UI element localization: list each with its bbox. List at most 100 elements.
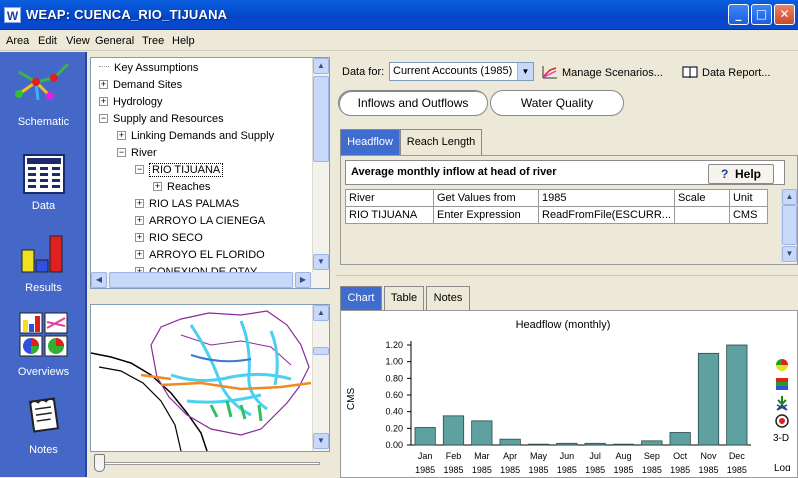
schematic-map[interactable]: ▲ ▼: [90, 304, 330, 452]
menu-general[interactable]: General: [95, 35, 134, 47]
tree-vertical-scrollbar[interactable]: ▲ ▼: [312, 58, 329, 272]
inflows-outflows-button[interactable]: Inflows and Outflows: [338, 90, 488, 116]
scroll-down-icon[interactable]: ▼: [313, 433, 329, 449]
tree-item[interactable]: + ARROYO LA CIENEGA: [135, 214, 265, 229]
tab-notes[interactable]: Notes: [426, 286, 470, 310]
expand-icon[interactable]: +: [99, 97, 108, 106]
collapse-icon[interactable]: −: [117, 148, 126, 157]
tab-reach-length[interactable]: Reach Length: [400, 129, 482, 155]
x-tick-year-label: 1985: [698, 465, 718, 475]
column-header[interactable]: 1985: [538, 189, 675, 207]
nav-data-label: Data: [31, 200, 56, 212]
tree-item[interactable]: + ARROYO EL FLORIDO: [135, 248, 265, 263]
collapse-icon[interactable]: −: [135, 165, 144, 174]
column-header[interactable]: Unit: [728, 189, 768, 207]
column-header[interactable]: Scale: [673, 189, 730, 207]
slider-thumb[interactable]: [94, 454, 105, 472]
minimize-button[interactable]: _: [728, 4, 749, 25]
tree-item[interactable]: − Supply and Resources: [99, 112, 224, 127]
data-tree[interactable]: Key Assumptions + Demand Sites + Hydrology…: [90, 57, 330, 289]
tree-item[interactable]: + RIO LAS PALMAS: [135, 197, 239, 212]
expand-icon[interactable]: +: [117, 131, 126, 140]
toggle-3d-label[interactable]: 3-D: [773, 433, 789, 444]
grid-vertical-scrollbar[interactable]: ▲ ▼: [781, 189, 797, 263]
tree-item[interactable]: + Demand Sites: [99, 78, 182, 93]
toggle-log-label[interactable]: Log: [774, 459, 791, 471]
close-button[interactable]: ✕: [774, 4, 795, 25]
x-tick-label: May: [530, 451, 548, 461]
chart-type-icon[interactable]: [774, 357, 790, 373]
nav-notes[interactable]: Notes: [0, 392, 87, 462]
nav-results[interactable]: Results: [0, 224, 87, 294]
tree-item[interactable]: + Hydrology: [99, 95, 163, 110]
scroll-thumb[interactable]: [313, 76, 329, 162]
scroll-left-icon[interactable]: ◀: [91, 272, 107, 288]
scroll-thumb[interactable]: [109, 272, 293, 288]
menu-help[interactable]: Help: [172, 35, 195, 47]
scroll-thumb[interactable]: [313, 347, 329, 355]
nav-schematic[interactable]: Schematic: [0, 52, 87, 134]
expand-icon[interactable]: +: [135, 233, 144, 242]
tree-item[interactable]: Key Assumptions: [99, 61, 198, 76]
expand-icon[interactable]: +: [135, 216, 144, 225]
menu-bar: Area Edit View General Tree Help: [0, 31, 798, 51]
expand-icon[interactable]: +: [135, 250, 144, 259]
expand-icon[interactable]: +: [153, 182, 162, 191]
scroll-right-icon[interactable]: ▶: [295, 272, 311, 288]
expand-icon[interactable]: +: [99, 80, 108, 89]
color-scheme-icon[interactable]: [775, 377, 789, 391]
collapse-icon[interactable]: −: [99, 114, 108, 123]
scenario-select[interactable]: Current Accounts (1985) ▼: [389, 62, 534, 81]
x-axis: Jan 1985 Feb 1985 Mar 1985 Apr 1985 May 1985 Jun 19…: [415, 451, 747, 475]
manage-scenarios-button[interactable]: Manage Scenarios...: [542, 65, 663, 79]
nav-data[interactable]: Data: [0, 142, 87, 214]
tree-item[interactable]: + Reaches: [153, 180, 210, 195]
notes-icon: [28, 397, 59, 433]
data-table[interactable]: River Get Values from 1985 Scale Unit RI…: [345, 189, 768, 224]
export-icon[interactable]: [774, 413, 790, 429]
tree-item-selected[interactable]: − RIO TIJUANA: [135, 163, 224, 178]
column-header[interactable]: Get Values from: [433, 189, 539, 207]
expand-icon[interactable]: +: [135, 199, 144, 208]
scroll-up-icon[interactable]: ▲: [782, 189, 797, 205]
scroll-down-icon[interactable]: ▼: [313, 254, 329, 270]
title-bar[interactable]: W WEAP: CUENCA_RIO_TIJUANA _ □ ✕: [0, 0, 798, 30]
table-cell[interactable]: CMS: [728, 206, 768, 224]
stack-icon[interactable]: [774, 395, 790, 411]
tree-item[interactable]: − River: [117, 146, 157, 161]
table-row[interactable]: RIO TIJUANA Enter Expression ReadFromFil…: [345, 206, 768, 224]
x-tick-year-label: 1985: [670, 465, 690, 475]
map-vertical-scrollbar[interactable]: ▲ ▼: [312, 305, 329, 451]
tree-horizontal-scrollbar[interactable]: ◀ ▶: [91, 272, 329, 288]
chevron-down-icon[interactable]: ▼: [517, 63, 533, 80]
water-quality-button[interactable]: Water Quality: [490, 90, 624, 116]
x-tick-year-label: 1985: [415, 465, 435, 475]
x-tick-label: Oct: [673, 451, 688, 461]
scroll-up-icon[interactable]: ▲: [313, 305, 329, 321]
scroll-up-icon[interactable]: ▲: [313, 58, 329, 74]
tree-item[interactable]: + Linking Demands and Supply: [117, 129, 274, 144]
tab-chart[interactable]: Chart: [340, 286, 382, 310]
menu-edit[interactable]: Edit: [38, 35, 57, 47]
table-cell[interactable]: RIO TIJUANA: [345, 206, 434, 224]
table-cell[interactable]: ReadFromFile(ESCURR...: [538, 206, 675, 224]
zoom-slider[interactable]: [90, 452, 330, 477]
table-cell[interactable]: Enter Expression: [433, 206, 539, 224]
x-tick-year-label: 1985: [727, 465, 747, 475]
table-cell[interactable]: [673, 206, 730, 224]
tree-item[interactable]: + RIO SECO: [135, 231, 203, 246]
tab-headflow[interactable]: Headflow: [340, 129, 400, 155]
tab-table[interactable]: Table: [384, 286, 424, 310]
help-button[interactable]: ? Help: [708, 164, 774, 184]
maximize-button[interactable]: □: [751, 4, 772, 25]
scroll-thumb[interactable]: [782, 205, 797, 245]
scroll-down-icon[interactable]: ▼: [782, 246, 797, 262]
menu-tree[interactable]: Tree: [142, 35, 164, 47]
column-header[interactable]: River: [345, 189, 434, 207]
menu-view[interactable]: View: [66, 35, 90, 47]
x-tick-label: Feb: [446, 451, 462, 461]
nav-overviews[interactable]: Overviews: [0, 306, 87, 382]
x-tick-year-label: 1985: [585, 465, 605, 475]
menu-area[interactable]: Area: [6, 35, 29, 47]
data-report-button[interactable]: Data Report...: [682, 65, 770, 79]
